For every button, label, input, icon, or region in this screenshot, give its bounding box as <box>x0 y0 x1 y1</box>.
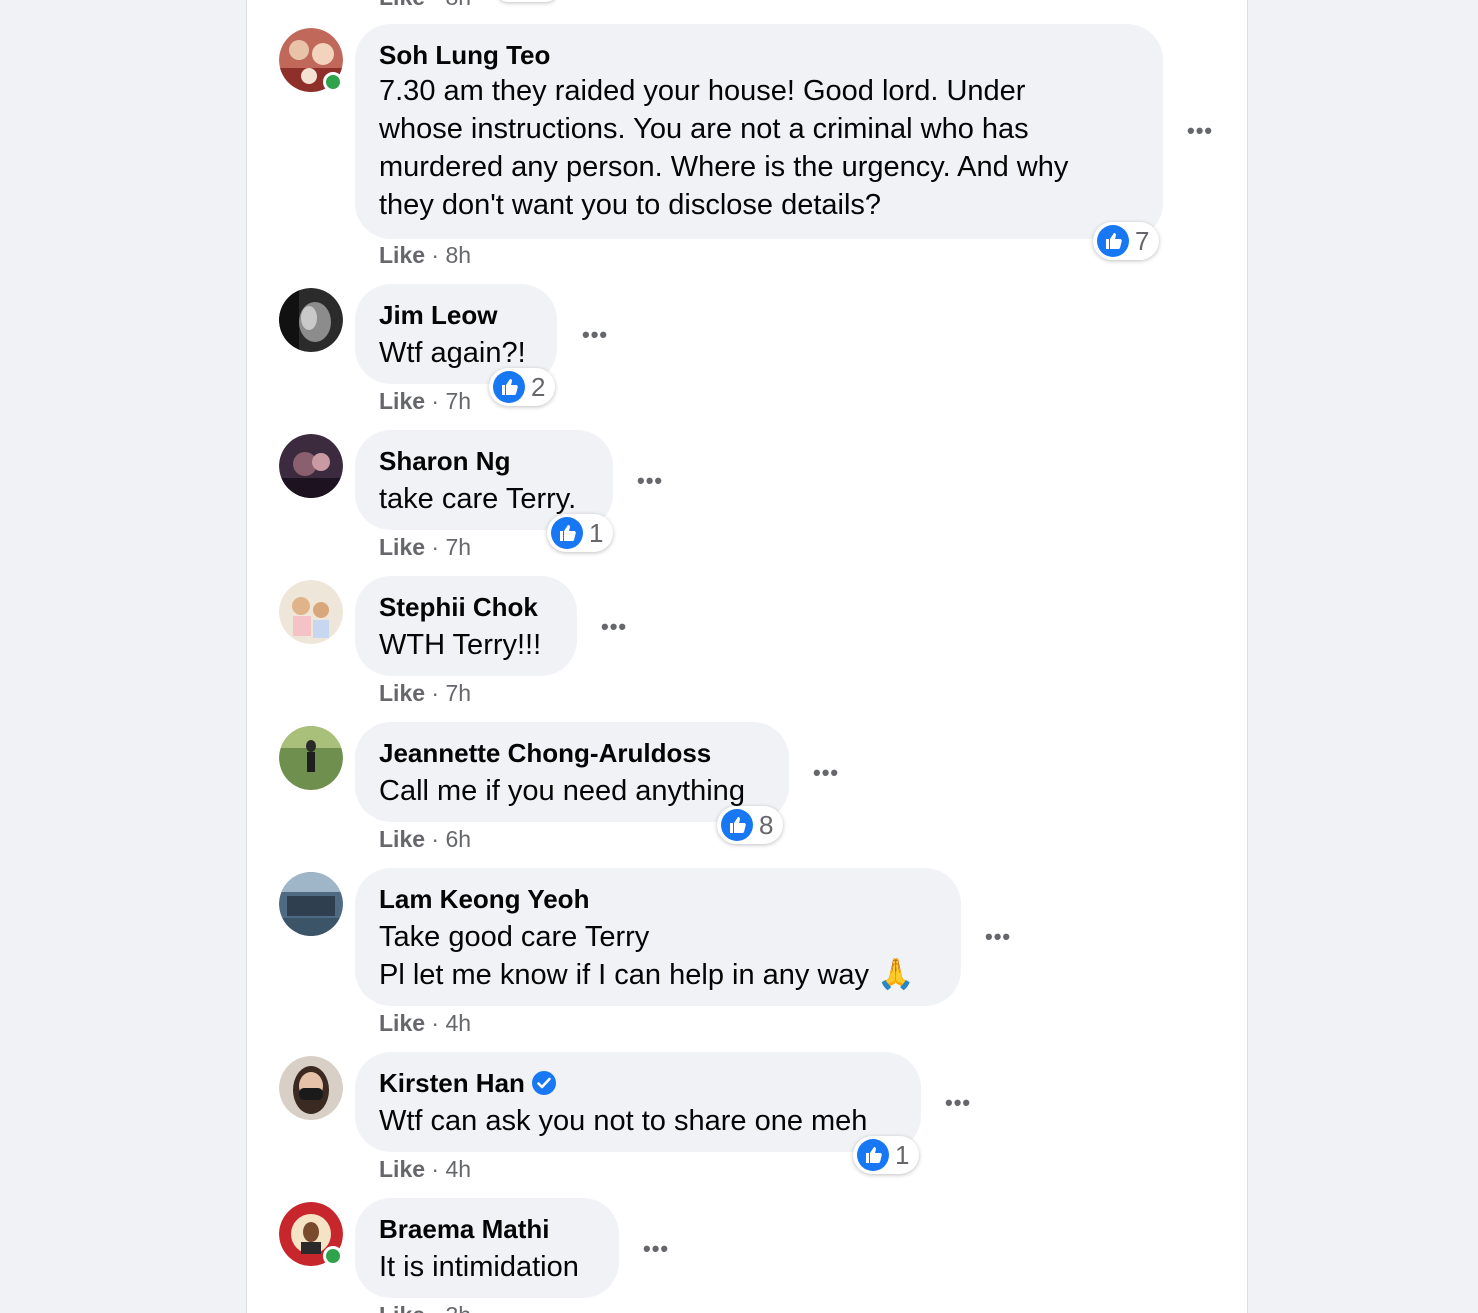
comment-author[interactable]: Soh Lung Teo <box>379 40 1139 70</box>
comment-author[interactable]: Kirsten Han <box>379 1068 525 1098</box>
comment-author[interactable]: Lam Keong Yeoh <box>379 884 937 914</box>
comment-author[interactable]: Jim Leow <box>379 300 533 330</box>
comment-author-row: Kirsten Han <box>379 1068 897 1098</box>
more-options-icon[interactable]: ••• <box>945 1092 971 1114</box>
like-link[interactable]: Like <box>379 1156 425 1182</box>
more-options-icon[interactable]: ••• <box>813 762 839 784</box>
like-link[interactable]: Like <box>379 1302 425 1313</box>
verified-badge-icon <box>531 1071 556 1095</box>
reaction-badge[interactable]: 2 <box>489 368 556 406</box>
like-thumb-icon <box>493 371 525 403</box>
comment-author[interactable]: Braema Mathi <box>379 1214 595 1244</box>
comment-author[interactable]: Stephii Chok <box>379 592 553 622</box>
avatar[interactable] <box>279 726 343 790</box>
comment-meta: Like · 7h <box>379 388 472 414</box>
more-options-icon[interactable]: ••• <box>1187 120 1213 142</box>
reaction-badge[interactable]: 1 <box>547 514 614 552</box>
like-link[interactable]: Like <box>379 680 425 706</box>
more-options-icon[interactable]: ••• <box>985 926 1011 948</box>
comment-text: 7.30 am they raided your house! Good lor… <box>379 75 1069 221</box>
online-status-dot <box>323 1246 343 1266</box>
avatar[interactable] <box>279 1202 343 1266</box>
comments-panel: Like · 8h Soh Lung Teo 7.30 am they raid… <box>246 0 1248 1313</box>
avatar[interactable] <box>279 288 343 352</box>
avatar[interactable] <box>279 1056 343 1120</box>
comment-bubble: Stephii Chok WTH Terry!!! <box>355 576 577 676</box>
comment-meta: Like · 6h <box>379 826 472 852</box>
avatar[interactable] <box>279 580 343 644</box>
avatar-image <box>279 1056 343 1120</box>
comment-bubble: Kirsten Han Wtf can ask you not to share… <box>355 1052 921 1152</box>
like-thumb-icon <box>721 809 753 841</box>
comment-time[interactable]: 3h <box>445 1302 471 1313</box>
like-thumb-icon <box>857 1139 889 1171</box>
like-link[interactable]: Like <box>379 534 425 560</box>
like-thumb-icon <box>1097 225 1129 257</box>
comment-bubble: Soh Lung Teo 7.30 am they raided your ho… <box>355 24 1163 239</box>
comment-time[interactable]: 4h <box>445 1156 471 1182</box>
comment-time[interactable]: 8h <box>445 242 471 268</box>
comment-meta: Like · 7h <box>379 680 472 706</box>
avatar-image <box>279 288 343 352</box>
comment-text: WTH Terry!!! <box>379 629 542 661</box>
like-thumb-icon <box>551 517 583 549</box>
more-options-icon[interactable]: ••• <box>643 1238 669 1260</box>
comment-time[interactable]: 8h <box>445 0 471 10</box>
comment-text: take care Terry. <box>379 483 577 515</box>
comment-bubble: Braema Mathi It is intimidation <box>355 1198 619 1298</box>
comment-meta: Like · 8h <box>379 0 471 11</box>
like-link[interactable]: Like <box>379 388 425 414</box>
avatar-image <box>279 872 343 936</box>
comment-bubble: Jeannette Chong-Aruldoss Call me if you … <box>355 722 789 822</box>
reaction-badge[interactable]: 1 <box>853 1136 920 1174</box>
more-options-icon[interactable]: ••• <box>637 470 663 492</box>
comment-time[interactable]: 7h <box>445 534 471 560</box>
comment-meta: Like · 4h <box>379 1156 472 1182</box>
comment-time[interactable]: 7h <box>445 388 471 414</box>
comment-time[interactable]: 6h <box>445 826 471 852</box>
comment-meta: Like · 3h <box>379 1302 471 1313</box>
praying-hands-emoji: 🙏 <box>877 958 915 991</box>
reaction-badge[interactable]: 8 <box>717 806 784 844</box>
avatar[interactable] <box>279 434 343 498</box>
comment-text: It is intimidation <box>379 1251 579 1283</box>
comment-author[interactable]: Jeannette Chong-Aruldoss <box>379 738 765 768</box>
comment-author[interactable]: Sharon Ng <box>379 446 589 476</box>
comment-time[interactable]: 4h <box>445 1010 471 1036</box>
comment-text: Call me if you need anything <box>379 775 745 807</box>
reaction-badge[interactable]: 7 <box>1093 222 1160 260</box>
comment-meta: Like · 7h <box>379 534 472 560</box>
comment-text: Wtf again?! <box>379 337 526 369</box>
comment-meta: Like · 4h <box>379 1010 472 1036</box>
comment-bubble: Lam Keong Yeoh Take good care Terry Pl l… <box>355 868 961 1006</box>
more-options-icon[interactable]: ••• <box>601 616 627 638</box>
avatar[interactable] <box>279 28 343 92</box>
avatar-image <box>279 726 343 790</box>
like-link[interactable]: Like <box>379 826 425 852</box>
reaction-badge[interactable] <box>497 0 557 2</box>
online-status-dot <box>323 72 343 92</box>
comment-text: Wtf can ask you not to share one meh <box>379 1105 868 1137</box>
avatar-image <box>279 434 343 498</box>
like-link[interactable]: Like <box>379 1010 425 1036</box>
comment-meta: Like · 8h <box>379 242 472 268</box>
avatar[interactable] <box>279 872 343 936</box>
more-options-icon[interactable]: ••• <box>582 324 608 346</box>
like-link[interactable]: Like <box>379 0 425 10</box>
comment-text: Take good care Terry Pl let me know if I… <box>379 918 937 994</box>
like-link[interactable]: Like <box>379 242 425 268</box>
comment-time[interactable]: 7h <box>445 680 471 706</box>
avatar-image <box>279 580 343 644</box>
